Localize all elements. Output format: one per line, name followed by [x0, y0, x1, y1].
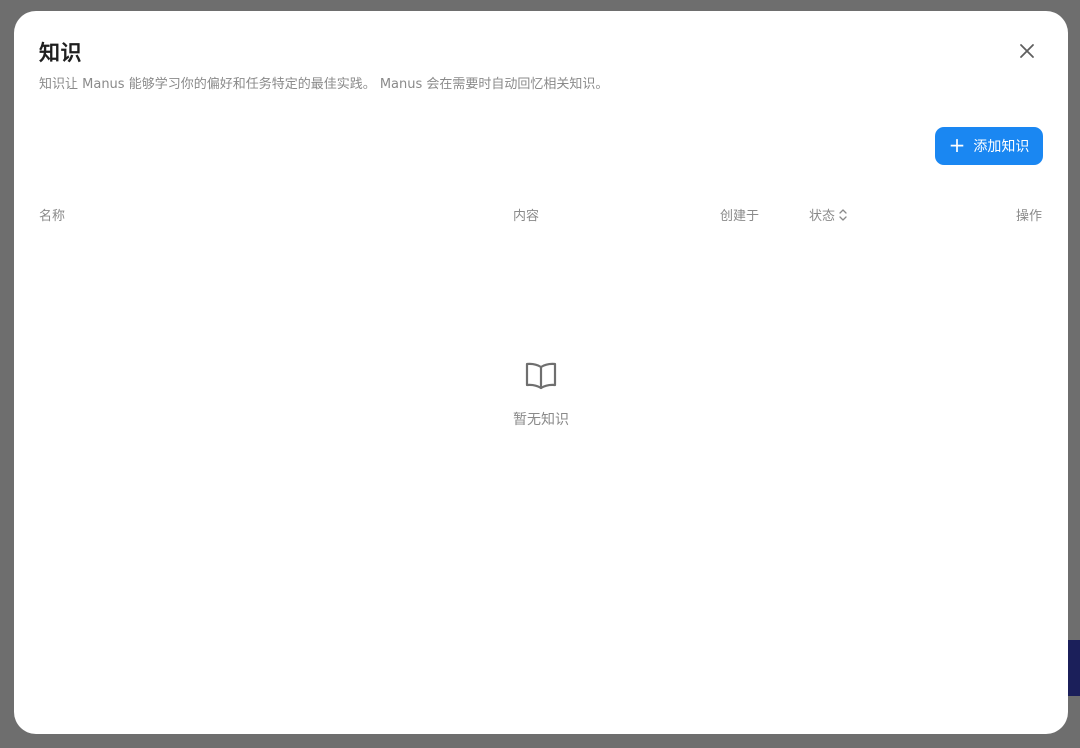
- book-icon: [525, 362, 557, 390]
- add-knowledge-button[interactable]: + 添加知识: [935, 127, 1043, 165]
- background-edge: [1068, 640, 1080, 696]
- column-header-content: 内容: [513, 209, 540, 224]
- add-knowledge-label: 添加知识: [973, 139, 1030, 155]
- knowledge-dialog: 知识 知识让 Manus 能够学习你的偏好和任务特定的最佳实践。 Manus 会…: [14, 11, 1068, 734]
- column-header-created: 创建于: [720, 209, 760, 224]
- close-button[interactable]: [1014, 38, 1040, 64]
- dialog-title: 知识: [39, 41, 82, 65]
- column-header-actions: 操作: [1015, 209, 1042, 224]
- column-header-name: 名称: [39, 209, 66, 224]
- plus-icon: +: [948, 133, 966, 157]
- empty-state-text: 暂无知识: [513, 412, 569, 428]
- column-header-status[interactable]: 状态: [809, 205, 848, 224]
- status-header-label: 状态: [809, 209, 836, 224]
- close-icon: [1020, 44, 1034, 58]
- dialog-subtitle: 知识让 Manus 能够学习你的偏好和任务特定的最佳实践。 Manus 会在需要…: [39, 77, 609, 92]
- sort-icon: [839, 208, 847, 221]
